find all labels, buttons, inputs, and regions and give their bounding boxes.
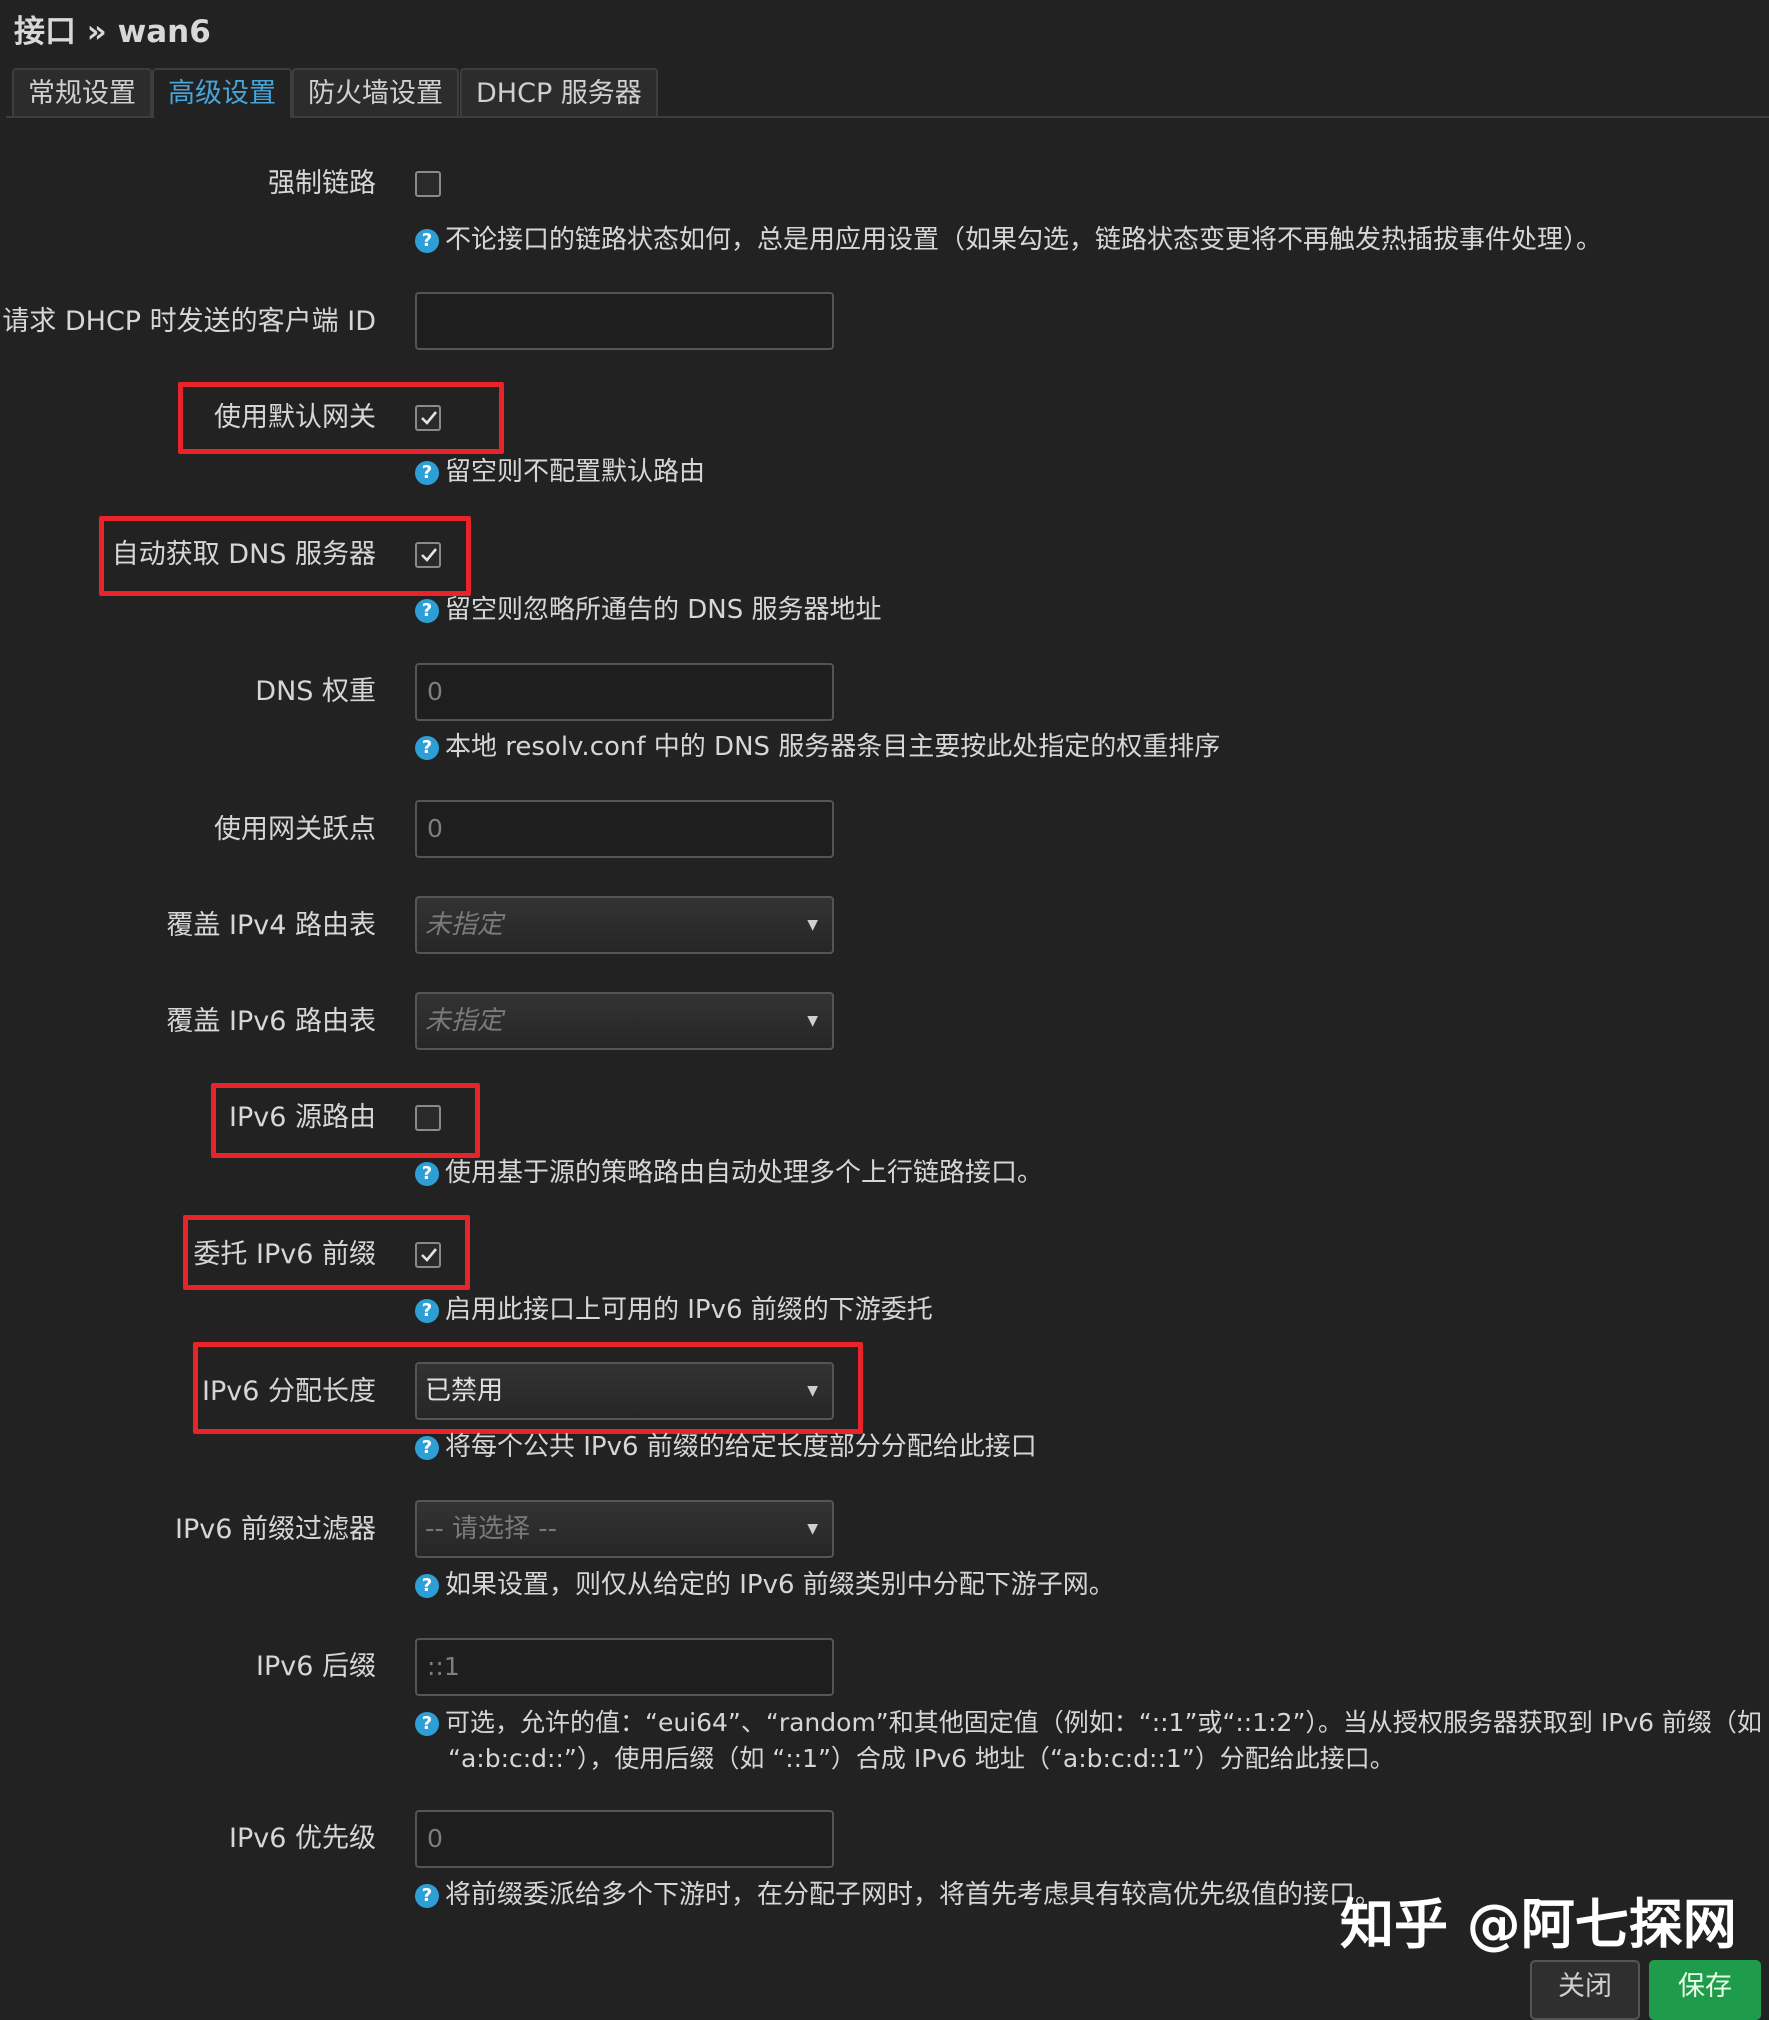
dropdown-arrow-icon: ▼ [807, 1383, 818, 1399]
question-circle-icon: ? [415, 1574, 439, 1598]
delegate-checkbox[interactable] [415, 1242, 441, 1268]
source-route-checkbox[interactable] [415, 1105, 441, 1131]
assign-length-help: ? 将每个公共 IPv6 前缀的给定长度部分分配给此接口 [415, 1429, 1037, 1465]
watermark: 知乎 @阿七探网 [1340, 1893, 1737, 1956]
question-circle-icon: ? [415, 1712, 439, 1736]
source-route-help: ? 使用基于源的策略路由自动处理多个上行链路接口。 [415, 1155, 1043, 1191]
priority-help: ? 将前缀委派给多个下游时，在分配子网时，将首先考虑具有较高优先级值的接口。 [415, 1877, 1381, 1913]
gateway-metric-input[interactable]: 0 [415, 800, 834, 858]
tab-dhcp[interactable]: DHCP 服务器 [460, 68, 658, 116]
question-circle-icon: ? [415, 1299, 439, 1323]
dns-weight-label: DNS 权重 [255, 676, 376, 707]
tab-general[interactable]: 常规设置 [12, 68, 152, 116]
prefix-filter-select[interactable]: -- 请选择 -- ▼ [415, 1500, 834, 1558]
page-title: 接口 » wan6 [14, 14, 211, 50]
question-circle-icon: ? [415, 599, 439, 623]
question-circle-icon: ? [415, 736, 439, 760]
question-circle-icon: ? [415, 229, 439, 253]
tab-bar: 常规设置 高级设置 防火墙设置 DHCP 服务器 [6, 66, 1769, 118]
peer-dns-label: 自动获取 DNS 服务器 [111, 539, 376, 570]
dropdown-arrow-icon: ▼ [807, 1521, 818, 1537]
dropdown-arrow-icon: ▼ [807, 917, 818, 933]
prefix-filter-help: ? 如果设置，则仅从给定的 IPv6 前缀类别中分配下游子网。 [415, 1567, 1115, 1603]
close-button[interactable]: 关闭 [1530, 1960, 1640, 2020]
tab-firewall[interactable]: 防火墙设置 [292, 68, 459, 116]
suffix-input[interactable]: ::1 [415, 1638, 834, 1696]
dropdown-arrow-icon: ▼ [807, 1013, 818, 1029]
dns-weight-input[interactable]: 0 [415, 663, 834, 721]
default-gateway-help: ? 留空则不配置默认路由 [415, 454, 705, 490]
checkmark-icon [421, 548, 438, 562]
save-button[interactable]: 保存 [1649, 1960, 1761, 2020]
suffix-label: IPv6 后缀 [256, 1651, 376, 1682]
question-circle-icon: ? [415, 1162, 439, 1186]
question-circle-icon: ? [415, 1436, 439, 1460]
question-circle-icon: ? [415, 1884, 439, 1908]
ipv6-table-label: 覆盖 IPv6 路由表 [166, 1006, 376, 1037]
checkmark-icon [421, 1248, 438, 1262]
default-gateway-checkbox[interactable] [415, 405, 441, 431]
assign-length-select[interactable]: 已禁用 ▼ [415, 1362, 834, 1420]
client-id-input[interactable] [415, 292, 834, 350]
priority-input[interactable]: 0 [415, 1810, 834, 1868]
tab-advanced[interactable]: 高级设置 [152, 68, 292, 118]
assign-length-label: IPv6 分配长度 [202, 1376, 376, 1407]
client-id-label: 请求 DHCP 时发送的客户端 ID [2, 306, 376, 337]
ipv4-table-select[interactable]: 未指定 ▼ [415, 896, 834, 954]
priority-label: IPv6 优先级 [229, 1823, 376, 1854]
force-link-help: ? 不论接口的链路状态如何，总是用应用设置（如果勾选，链路状态变更将不再触发热插拔… [415, 222, 1602, 258]
peer-dns-help: ? 留空则忽略所通告的 DNS 服务器地址 [415, 592, 882, 628]
prefix-filter-label: IPv6 前缀过滤器 [175, 1514, 376, 1545]
delegate-label: 委托 IPv6 前缀 [193, 1239, 376, 1270]
dns-weight-help: ? 本地 resolv.conf 中的 DNS 服务器条目主要按此处指定的权重排序 [415, 729, 1220, 765]
ipv4-table-label: 覆盖 IPv4 路由表 [166, 910, 376, 941]
force-link-checkbox[interactable] [415, 171, 441, 197]
ipv6-table-select[interactable]: 未指定 ▼ [415, 992, 834, 1050]
suffix-help: ? 可选，允许的值：“eui64”、“random”和其他固定值（例如：“::1”… [415, 1705, 1762, 1741]
force-link-label: 强制链路 [268, 168, 376, 199]
default-gateway-label: 使用默认网关 [214, 402, 376, 433]
gateway-metric-label: 使用网关跃点 [214, 814, 376, 845]
peer-dns-checkbox[interactable] [415, 542, 441, 568]
question-circle-icon: ? [415, 461, 439, 485]
checkmark-icon [421, 411, 438, 425]
suffix-help-line2: “a:b:c:d::”），使用后缀（如 “::1”）合成 IPv6 地址（“a:… [448, 1744, 1395, 1773]
delegate-help: ? 启用此接口上可用的 IPv6 前缀的下游委托 [415, 1292, 933, 1328]
source-route-label: IPv6 源路由 [229, 1102, 376, 1133]
